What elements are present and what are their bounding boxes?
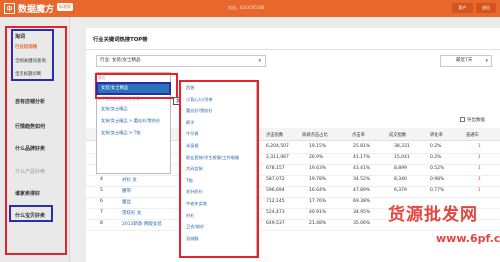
logo-icon: 中 xyxy=(4,3,15,14)
table-cell-clicks: 2,311,067 xyxy=(266,155,289,160)
watermark-text: 货源批发网 xyxy=(388,205,478,225)
annotation-blue-box xyxy=(9,205,53,222)
table-cell-mall: 40.91% xyxy=(309,210,327,215)
table-cell-keyword[interactable]: 2013新款 韩版女装 xyxy=(122,221,162,227)
table-cell-ztc: 1 xyxy=(478,166,481,171)
table-cell-ctr: 43.41% xyxy=(353,166,371,171)
recent-item[interactable]: 女装/女士精品 > T恤 xyxy=(101,130,140,136)
table-cell-rank: 4 xyxy=(100,177,103,182)
table-cell-ztc: 1 xyxy=(478,188,481,193)
table-cell-ztc: 1 xyxy=(478,155,481,160)
annotation-red-box xyxy=(179,80,259,258)
table-cell-mall: 21.48% xyxy=(309,221,327,226)
table-cell-mall: 19.78% xyxy=(309,177,327,182)
table-cell-ctr: 34.95% xyxy=(353,210,371,215)
table-cell-deals: 6,379 xyxy=(394,188,407,193)
table-cell-cvr: 0.2% xyxy=(430,155,442,160)
app-window: 中 数据魔方 标准版 欢迎，b2t3095588 客户 退出 淘词 行业热词榜 … xyxy=(0,0,500,262)
table-row-divider xyxy=(86,186,500,187)
table-cell-keyword[interactable]: 腰带 xyxy=(122,188,131,194)
table-cell-cvr: 0.98% xyxy=(430,177,445,182)
recent-item[interactable]: 女装/女士精品 xyxy=(101,106,128,112)
table-cell-clicks: 524,473 xyxy=(266,210,285,215)
export-icon xyxy=(460,117,465,122)
table-cell-mall: 17.76% xyxy=(309,199,327,204)
logo[interactable]: 中 数据魔方 标准版 xyxy=(4,2,74,15)
period-select-value: 最近7天 xyxy=(456,58,473,63)
watermark-url: www.6pf.com xyxy=(436,232,500,245)
logout-button[interactable]: 退出 xyxy=(476,3,496,13)
table-cell-keyword[interactable]: 雪纺衫 女 xyxy=(122,210,141,216)
column-header-ctr[interactable]: 点击率 xyxy=(352,132,365,138)
table-cell-clicks: 678,157 xyxy=(266,166,285,171)
table-cell-ztc: 1 xyxy=(478,177,481,182)
table-cell-clicks: 649,537 xyxy=(266,221,285,226)
industry-select[interactable]: 行业: 女装/女士精品 ▾ xyxy=(96,55,266,67)
table-cell-ctr: 25.81% xyxy=(353,144,371,149)
table-cell-ctr: 34.52% xyxy=(353,177,371,182)
table-cell-rank: 6 xyxy=(100,199,103,204)
customer-button[interactable]: 客户 xyxy=(452,3,473,13)
column-header-deals[interactable]: 成交指数 xyxy=(389,132,406,138)
table-row-divider xyxy=(86,230,500,231)
table-cell-mall: 19.15% xyxy=(309,144,327,149)
table-cell-cvr: 0.52% xyxy=(430,166,445,171)
annotation-blue-box xyxy=(96,82,171,95)
table-cell-mall: 26.9% xyxy=(309,155,324,160)
table-cell-rank: 8 xyxy=(100,221,103,226)
table-cell-deals: 8,340 xyxy=(394,177,407,182)
column-header-ztc[interactable]: 直通车 xyxy=(466,132,479,138)
column-header-clicks[interactable]: 点击指数 xyxy=(266,132,283,138)
divider xyxy=(86,49,500,50)
table-cell-deals: 38,331 xyxy=(394,144,410,149)
table-cell-mall: 16.64% xyxy=(309,188,327,193)
table-cell-ctr: 35.06% xyxy=(353,221,371,226)
table-cell-keyword[interactable]: 蕾丝 xyxy=(122,199,131,205)
table-cell-clicks: 6,204,507 xyxy=(266,144,289,149)
industry-select-value: 行业: 女装/女士精品 xyxy=(100,58,141,63)
column-header-mall-share[interactable]: 商城点击占比 xyxy=(302,132,328,138)
period-select[interactable]: 最近7天 ▾ xyxy=(440,55,492,67)
logo-text: 数据魔方 xyxy=(18,5,55,15)
table-cell-ztc: 1 xyxy=(478,144,481,149)
table-cell-ctr: 69.38% xyxy=(353,199,371,204)
table-cell-ctr: 41.17% xyxy=(353,155,371,160)
export-button[interactable]: 导出数据 xyxy=(460,117,485,123)
chevron-down-icon: ▾ xyxy=(485,58,488,64)
edition-badge: 标准版 xyxy=(57,2,74,11)
page-title: 行业关键词热搜TOP榜 xyxy=(93,37,148,43)
table-cell-cvr: 0.2% xyxy=(430,144,442,149)
table-cell-cvr: 0.77% xyxy=(430,188,445,193)
table-cell-rank: 7 xyxy=(100,210,103,215)
recent-item[interactable]: 女装/女士精品 > 蕾丝衫/雪纺衫 xyxy=(101,118,160,124)
table-cell-keyword[interactable]: 衬衫 女 xyxy=(122,177,137,183)
column-header-cvr[interactable]: 转化率 xyxy=(430,132,443,138)
export-label: 导出数据 xyxy=(467,118,485,123)
table-cell-deals: 15,041 xyxy=(394,155,410,160)
table-cell-deals: 8,899 xyxy=(394,166,407,171)
chevron-down-icon: ▾ xyxy=(258,58,261,64)
table-cell-rank: 5 xyxy=(100,188,103,193)
table-cell-clicks: 712,145 xyxy=(266,199,285,204)
table-cell-ctr: 47.89% xyxy=(353,188,371,193)
table-row-divider xyxy=(86,175,500,176)
table-row-divider xyxy=(86,197,500,198)
table-cell-clicks: 596,694 xyxy=(266,188,285,193)
table-cell-clicks: 587,072 xyxy=(266,177,285,182)
welcome-user: 欢迎，b2t3095588 xyxy=(228,5,265,10)
table-cell-mall: 19.63% xyxy=(309,166,327,171)
annotation-blue-box xyxy=(11,29,54,81)
top-bar: 中 数据魔方 标准版 欢迎，b2t3095588 客户 退出 xyxy=(0,0,500,17)
